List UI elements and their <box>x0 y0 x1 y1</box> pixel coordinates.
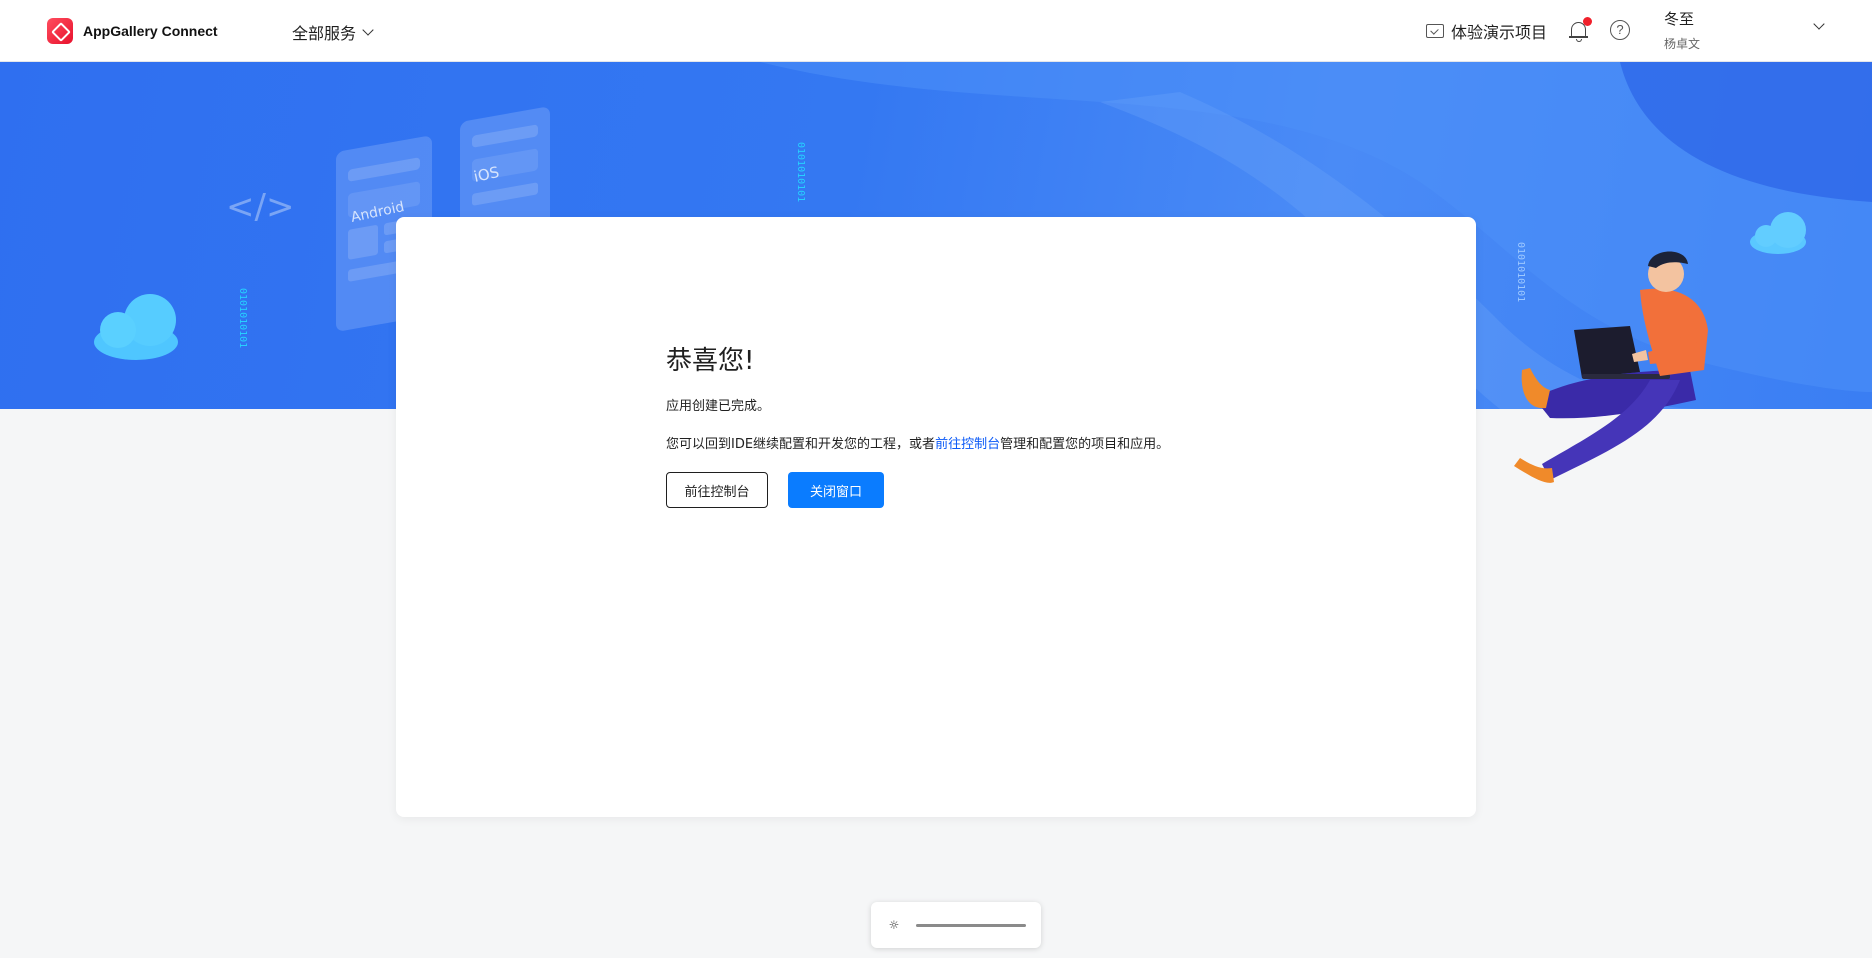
page-title: 恭喜您! <box>666 346 755 376</box>
brightness-widget: ☼ <box>871 902 1041 948</box>
instruction-text-prefix: 您可以回到IDE继续配置和开发您的工程，或者 <box>666 437 936 452</box>
success-card: 恭喜您! 应用创建已完成。 您可以回到IDE继续配置和开发您的工程，或者前往控制… <box>396 217 1476 817</box>
instruction-text-suffix: 管理和配置您的项目和应用。 <box>1000 437 1170 452</box>
demo-project-icon <box>1426 24 1444 38</box>
developer-illustration <box>1514 251 1708 483</box>
brightness-icon: ☼ <box>888 918 900 932</box>
chevron-down-icon <box>362 24 374 36</box>
binary-decoration: 0101010101 <box>795 142 806 202</box>
notification-button[interactable] <box>1569 17 1592 42</box>
top-navigation-bar: AppGallery Connect 全部服务 体验演示项目 ? 冬至 杨卓文 <box>0 0 1872 62</box>
notification-badge <box>1583 17 1592 26</box>
app-logo[interactable]: AppGallery Connect <box>47 18 218 44</box>
user-name[interactable]: 冬至 <box>1664 8 1694 29</box>
status-message: 应用创建已完成。 <box>666 399 771 414</box>
user-menu-chevron-icon[interactable] <box>1813 18 1825 30</box>
cloud-icon <box>94 294 178 360</box>
binary-decoration: 0101010101 <box>237 288 248 348</box>
demo-project-label: 体验演示项目 <box>1451 23 1548 42</box>
demo-project-link[interactable]: 体验演示项目 <box>1426 19 1547 43</box>
app-name: AppGallery Connect <box>83 23 218 39</box>
go-to-console-button[interactable]: 前往控制台 <box>666 472 768 508</box>
user-account-name: 杨卓文 <box>1664 37 1701 51</box>
appgallery-logo-icon <box>47 18 73 44</box>
brightness-slider[interactable] <box>916 924 1026 927</box>
all-services-label: 全部服务 <box>292 24 357 43</box>
console-link[interactable]: 前往控制台 <box>935 437 1000 452</box>
code-symbol-icon: </> <box>226 187 294 227</box>
instruction-text: 您可以回到IDE继续配置和开发您的工程，或者前往控制台管理和配置您的项目和应用。 <box>666 433 1169 452</box>
close-window-button[interactable]: 关闭窗口 <box>788 472 884 508</box>
help-icon[interactable]: ? <box>1610 20 1630 40</box>
all-services-dropdown[interactable]: 全部服务 <box>292 20 374 44</box>
